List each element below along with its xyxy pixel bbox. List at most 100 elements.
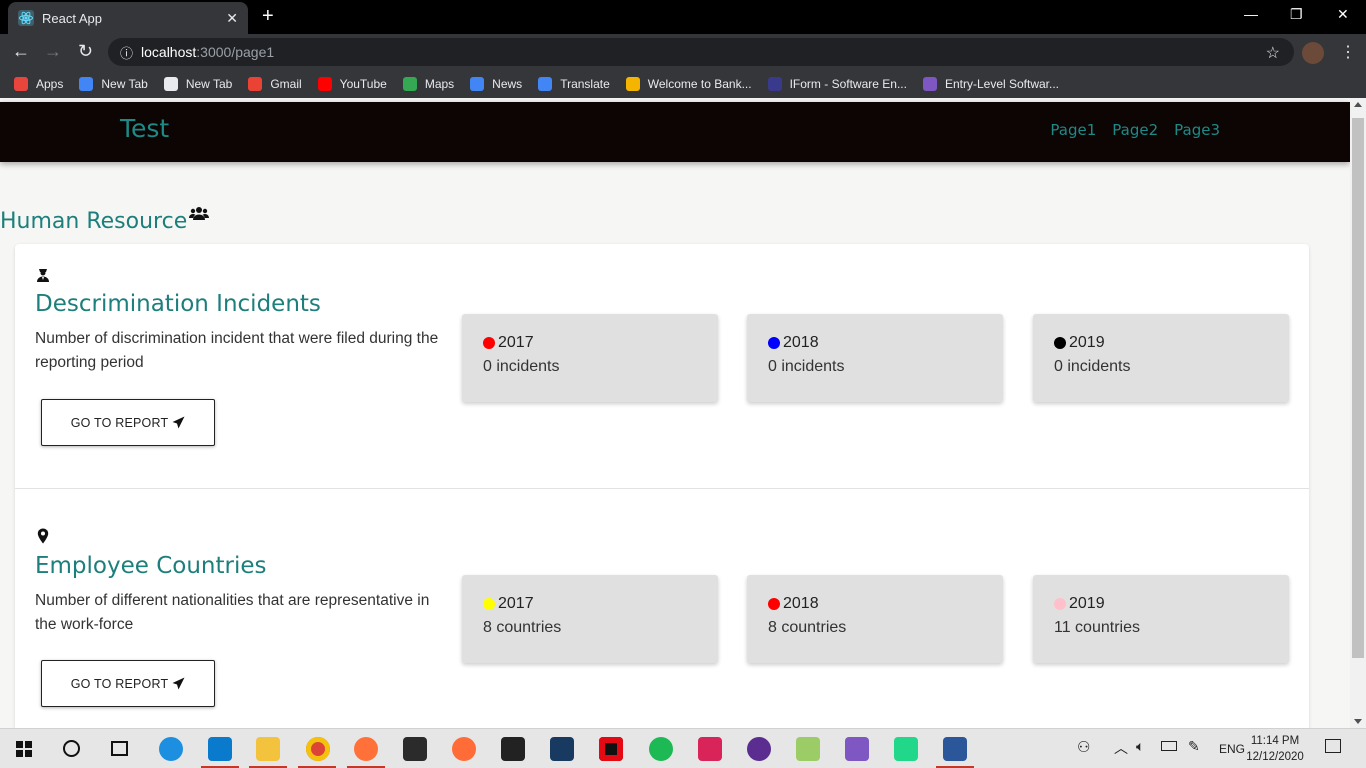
- virtualbox-icon[interactable]: [550, 737, 574, 761]
- bookmark-label: IForm - Software En...: [789, 77, 907, 91]
- bookmark-label: YouTube: [339, 77, 387, 91]
- windows-start-icon[interactable]: [16, 741, 32, 757]
- close-tab-icon[interactable]: ✕: [226, 10, 238, 27]
- minimize-icon[interactable]: —: [1244, 6, 1258, 22]
- forward-icon[interactable]: →: [44, 42, 62, 60]
- bookmarks-bar: Apps New Tab New Tab Gmail YouTube Maps News Tr…: [0, 70, 1366, 98]
- messenger-icon[interactable]: [747, 737, 771, 761]
- app-header: Test Page1 Page2 Page3: [0, 102, 1350, 162]
- metrics-panel: Descrimination Incidents Number of discr…: [15, 244, 1309, 728]
- bookmark-item[interactable]: Gmail: [248, 77, 302, 91]
- browser-toolbar: ← → ↻ ⓘ localhost:3000/page1 ☆: [0, 34, 1366, 70]
- url-host: localhost: [141, 44, 197, 60]
- spotify-icon[interactable]: [649, 737, 673, 761]
- nav-link-page3[interactable]: Page3: [1174, 121, 1220, 139]
- list-icon: [922, 77, 937, 91]
- nav-link-page2[interactable]: Page2: [1112, 121, 1158, 139]
- search-icon[interactable]: [63, 740, 80, 757]
- metric-description: Number of discrimination incident that w…: [35, 330, 439, 371]
- metric-title: Descrimination Incidents: [35, 291, 321, 317]
- stat-year: 2019: [1069, 595, 1105, 612]
- go-to-report-button[interactable]: GO TO REPORT: [41, 660, 215, 707]
- bookmark-item[interactable]: Welcome to Bank...: [625, 77, 752, 91]
- stat-year: 2018: [783, 334, 819, 351]
- divider: [15, 488, 1309, 489]
- section-title: Human Resource: [0, 206, 210, 234]
- bookmark-item[interactable]: Maps: [402, 77, 454, 91]
- word-icon[interactable]: [943, 737, 967, 761]
- youtube-icon: [317, 77, 332, 91]
- address-bar[interactable]: ⓘ localhost:3000/page1 ☆: [108, 38, 1294, 66]
- legend-dot: [768, 598, 780, 610]
- scroll-thumb[interactable]: [1352, 118, 1364, 658]
- page-scrollbar[interactable]: [1350, 98, 1366, 728]
- browser-tab[interactable]: React App ✕: [8, 2, 248, 34]
- clock[interactable]: 11:14 PM 12/12/2020: [1244, 733, 1306, 765]
- stat-year: 2018: [783, 595, 819, 612]
- bookmark-label: News: [492, 77, 523, 91]
- bookmark-item[interactable]: News: [470, 77, 522, 91]
- bookmark-label: New Tab: [185, 77, 233, 91]
- profile-avatar[interactable]: [1302, 42, 1324, 64]
- bookmark-item[interactable]: Translate: [538, 77, 610, 91]
- language-indicator[interactable]: ENG: [1219, 742, 1245, 756]
- chevron-up-icon[interactable]: ︿: [1114, 738, 1128, 758]
- pen-icon[interactable]: ✎: [1188, 738, 1200, 755]
- netflix-icon[interactable]: [599, 737, 623, 761]
- unity-icon[interactable]: [501, 737, 525, 761]
- visual-studio-icon[interactable]: [845, 737, 869, 761]
- bookmark-item[interactable]: Entry-Level Softwar...: [922, 77, 1059, 91]
- bookmark-item[interactable]: IForm - Software En...: [767, 77, 907, 91]
- stat-value: 8 countries: [483, 619, 562, 636]
- vscode-icon[interactable]: [208, 737, 232, 761]
- whatsapp-icon[interactable]: [698, 737, 722, 761]
- bookmark-item[interactable]: YouTube: [317, 77, 387, 91]
- stat-value: 8 countries: [768, 619, 847, 636]
- gmail-icon: [248, 77, 263, 91]
- restore-icon[interactable]: ❐: [1290, 6, 1303, 23]
- file-explorer-icon[interactable]: [256, 737, 280, 761]
- postman-icon[interactable]: [452, 737, 476, 761]
- nav-link-page1[interactable]: Page1: [1050, 121, 1096, 139]
- people-icon[interactable]: ⚇: [1077, 738, 1090, 756]
- metric-block-countries: Employee Countries Number of different n…: [35, 528, 455, 637]
- news-icon: [470, 77, 485, 91]
- browser-tab-strip: React App ✕ + — ❐ ✕: [0, 0, 1366, 34]
- clock-time: 11:14 PM: [1250, 735, 1300, 747]
- task-view-icon[interactable]: [111, 741, 128, 756]
- back-icon[interactable]: ←: [12, 42, 30, 60]
- metric-description: Number of different nationalities that a…: [35, 592, 430, 633]
- brand-title[interactable]: Test: [120, 114, 169, 143]
- firefox-icon[interactable]: [354, 737, 378, 761]
- tab-title: React App: [42, 10, 102, 26]
- info-icon[interactable]: ⓘ: [120, 43, 133, 62]
- metric-title: Employee Countries: [35, 553, 267, 579]
- new-tab-icon[interactable]: +: [262, 6, 274, 26]
- scroll-up-icon[interactable]: [1354, 102, 1362, 107]
- legend-dot: [483, 337, 495, 349]
- sticky-notes-icon[interactable]: [403, 737, 427, 761]
- google-icon: [79, 77, 94, 91]
- stat-value: 0 incidents: [1054, 358, 1131, 375]
- menu-dots-icon[interactable]: ⋮: [1340, 42, 1356, 62]
- chrome-icon[interactable]: [306, 737, 330, 761]
- close-window-icon[interactable]: ✕: [1337, 6, 1349, 23]
- battery-icon[interactable]: [1161, 741, 1177, 751]
- scroll-down-icon[interactable]: [1354, 719, 1362, 724]
- edge-icon[interactable]: [159, 737, 183, 761]
- bookmark-star-icon[interactable]: ☆: [1266, 43, 1280, 63]
- volume-icon[interactable]: 🔈︎: [1136, 738, 1144, 755]
- map-marker-icon: [37, 528, 49, 544]
- maps-icon: [402, 77, 417, 91]
- go-to-report-button[interactable]: GO TO REPORT: [41, 399, 215, 446]
- globe-icon: [163, 77, 178, 91]
- paper-plane-icon: [172, 416, 185, 429]
- snipping-tool-icon[interactable]: [796, 737, 820, 761]
- bookmark-label: Gmail: [270, 77, 302, 91]
- bookmark-item[interactable]: New Tab: [79, 77, 148, 91]
- bookmark-item[interactable]: Apps: [14, 77, 63, 91]
- bookmark-item[interactable]: New Tab: [163, 77, 233, 91]
- notifications-icon[interactable]: [1325, 739, 1341, 753]
- reload-icon[interactable]: ↻: [78, 42, 93, 60]
- pycharm-icon[interactable]: [894, 737, 918, 761]
